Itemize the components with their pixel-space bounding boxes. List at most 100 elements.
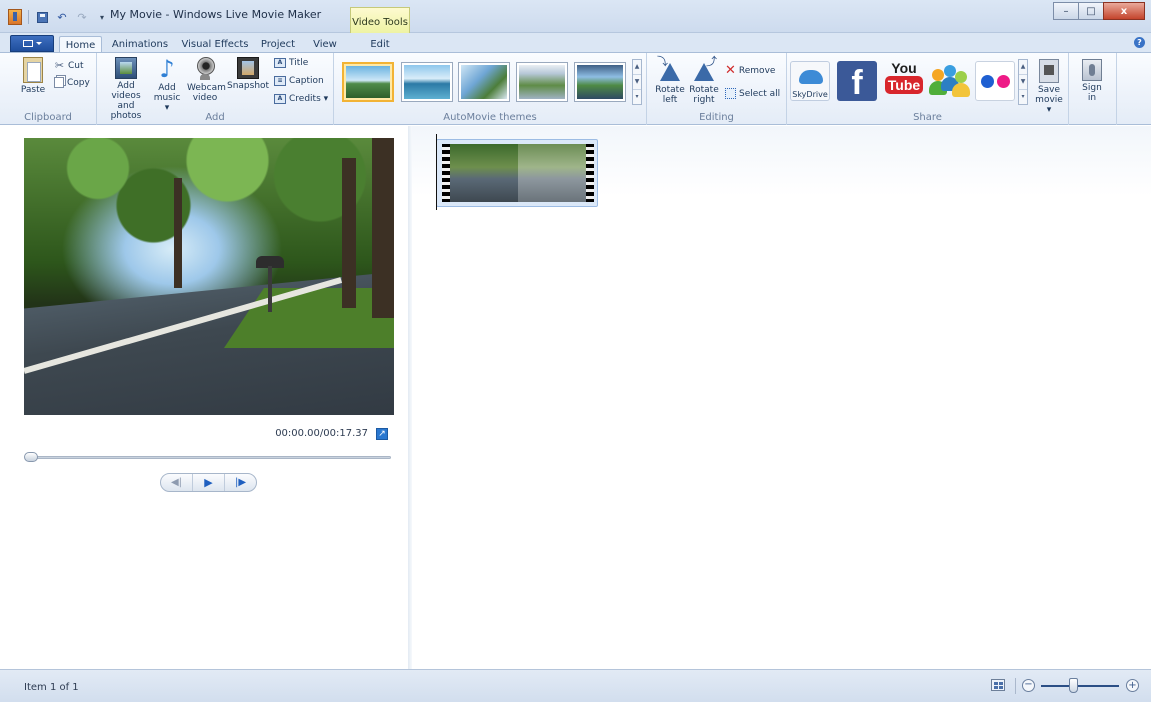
ribbon-tabs: Home Animations Visual Effects Project V… (0, 33, 1151, 54)
remove-label: Remove (738, 65, 776, 76)
copy-icon (54, 77, 64, 88)
film-sprocket (442, 144, 450, 202)
group-label: Share (913, 112, 942, 123)
facebook-share-button[interactable]: f (837, 61, 877, 102)
video-preview[interactable] (24, 138, 394, 415)
share-scroll-up[interactable]: ▲ (1019, 60, 1027, 75)
rotate-left-label-line1: Rotate (655, 85, 685, 95)
seek-bar[interactable] (26, 456, 391, 459)
storyboard[interactable] (412, 126, 1151, 669)
play-button[interactable]: ▶ (192, 474, 225, 491)
next-frame-button[interactable]: |▶ (225, 474, 256, 491)
fullscreen-preview-icon[interactable]: ↗ (376, 428, 388, 440)
thumbnail-view-icon[interactable] (991, 679, 1005, 691)
zoom-out-button[interactable]: − (1022, 679, 1035, 692)
zoom-slider-thumb[interactable] (1069, 678, 1078, 693)
copy-button[interactable]: Copy (54, 77, 90, 88)
ribbon: Paste ✂ Cut Copy Clipboard Add videos an… (0, 52, 1151, 125)
seek-bar-thumb[interactable] (24, 452, 38, 462)
preview-image-tree-trunk (174, 178, 182, 288)
timecode-display: 00:00.00/00:17.37 (275, 428, 368, 439)
select-all-button[interactable]: Select all (725, 88, 780, 99)
rotate-left-label-line2: left (662, 95, 678, 105)
clip-filmstrip (442, 144, 594, 202)
credits-button[interactable]: A Credits ▾ (274, 94, 328, 104)
remove-button[interactable]: ✕ Remove (725, 63, 775, 78)
cut-button[interactable]: ✂ Cut (54, 59, 84, 72)
snapshot-icon (237, 57, 259, 79)
save-movie-button[interactable]: Save movie ▾ (1033, 59, 1065, 115)
redo-button[interactable]: ↷ (75, 10, 89, 24)
gallery-expand[interactable]: ▾ (633, 90, 641, 105)
flickr-share-button[interactable] (975, 61, 1015, 101)
snapshot-button[interactable]: Snapshot (227, 57, 269, 91)
caption-button[interactable]: ≡ Caption (274, 76, 324, 86)
credits-icon: A (274, 94, 286, 104)
previous-frame-button[interactable]: ◀| (161, 474, 192, 491)
save-movie-label-line1: Save (1037, 85, 1061, 95)
zoom-slider-track[interactable] (1041, 685, 1119, 687)
sign-in-button[interactable]: Sign in (1076, 59, 1108, 103)
dropdown-arrow-icon: ▾ (99, 12, 104, 22)
share-scroll-down[interactable]: ▼ (1019, 75, 1027, 90)
rotate-right-label-line1: Rotate (689, 85, 719, 95)
gallery-scroll-down[interactable]: ▼ (633, 75, 641, 90)
close-icon: x (1120, 5, 1128, 17)
theme-thumbnail[interactable] (516, 62, 568, 102)
messenger-person-icon (952, 83, 970, 97)
cut-label: Cut (68, 60, 84, 71)
video-clip-thumbnail[interactable] (436, 139, 598, 207)
file-menu-button[interactable] (10, 35, 54, 52)
file-menu-icon (22, 40, 33, 47)
quick-access-toolbar: ↶ ↷ ▾ (8, 8, 109, 26)
theme-thumbnail[interactable] (342, 62, 394, 102)
zoom-in-button[interactable]: + (1126, 679, 1139, 692)
status-item-count: Item 1 of 1 (24, 682, 79, 693)
add-videos-label-line1: Add videos (111, 81, 141, 101)
tab-view[interactable]: View (307, 36, 343, 53)
maximize-button[interactable]: □ (1078, 2, 1104, 20)
theme-thumbnail[interactable] (401, 62, 453, 102)
theme-thumbnail[interactable] (458, 62, 510, 102)
automovie-theme-gallery (338, 59, 634, 105)
movie-maker-app-icon[interactable] (8, 9, 22, 25)
gallery-scroll-up[interactable]: ▲ (633, 60, 641, 75)
remove-x-icon: ✕ (725, 63, 736, 78)
share-gallery-scroller: ▲ ▼ ▾ (1018, 59, 1028, 105)
theme-preview-image (404, 65, 450, 99)
status-separator (1015, 678, 1016, 694)
music-note-icon: ♪ (159, 55, 175, 83)
paste-button[interactable]: Paste (18, 57, 48, 95)
tab-visual-effects[interactable]: Visual Effects (180, 36, 250, 53)
rotate-right-button[interactable]: Rotate right (688, 57, 720, 105)
messenger-person-icon (955, 71, 967, 83)
messenger-share-button[interactable] (928, 61, 970, 101)
paste-label: Paste (20, 85, 46, 95)
playhead-cursor[interactable] (436, 134, 437, 210)
close-button[interactable]: x (1103, 2, 1145, 20)
skydrive-share-button[interactable]: SkyDrive (790, 61, 830, 101)
rotate-left-button[interactable]: Rotate left (654, 57, 686, 105)
share-expand[interactable]: ▾ (1019, 90, 1027, 105)
webcam-video-button[interactable]: Webcam video (187, 57, 226, 103)
window-controls: – □ x (1053, 2, 1145, 20)
paste-icon (23, 57, 43, 83)
title-button[interactable]: A Title (274, 58, 308, 68)
tab-edit[interactable]: Edit (362, 36, 398, 53)
minimize-button[interactable]: – (1053, 2, 1079, 20)
theme-thumbnail[interactable] (574, 62, 626, 102)
playback-controls: ◀| ▶ |▶ (160, 473, 257, 492)
help-icon[interactable]: ? (1134, 37, 1145, 48)
save-button[interactable] (35, 10, 49, 24)
add-music-button[interactable]: ♪ Add music ▾ (152, 57, 182, 113)
add-music-label-line1: Add (158, 83, 176, 93)
preview-image-tree-trunk (342, 158, 356, 308)
customize-qat-button[interactable]: ▾ (95, 10, 109, 24)
sign-in-label-line2: in (1087, 93, 1097, 103)
minimize-icon: – (1063, 5, 1069, 17)
youtube-share-button[interactable]: You Tube (884, 61, 924, 101)
tab-project[interactable]: Project (257, 36, 299, 53)
group-label: Editing (699, 112, 734, 123)
tab-animations[interactable]: Animations (110, 36, 170, 53)
undo-button[interactable]: ↶ (55, 10, 69, 24)
